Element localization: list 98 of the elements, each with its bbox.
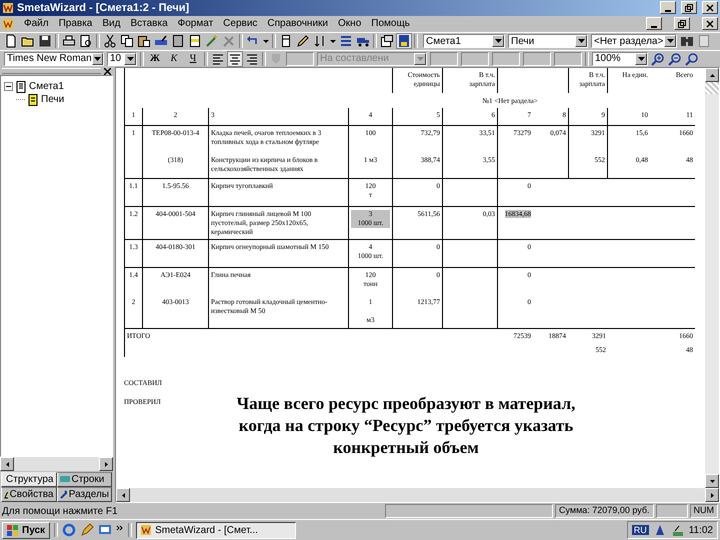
clock: 11:02: [688, 524, 713, 536]
triangle-icon: [120, 492, 126, 498]
pencil-icon[interactable]: [296, 34, 310, 48]
tree-item[interactable]: Смета1: [29, 81, 64, 92]
collapse-icon[interactable]: [4, 82, 13, 92]
triangle-icon: [710, 478, 714, 484]
taskbar-button[interactable]: SmetaWizard - [Смет...: [136, 522, 296, 539]
restore-button[interactable]: [681, 1, 697, 14]
windows-logo-icon: [7, 524, 19, 536]
triangle-icon: [710, 492, 714, 498]
restore-button[interactable]: [674, 17, 690, 30]
close-button[interactable]: [702, 1, 718, 14]
estimate-dropdown[interactable]: Смета1: [423, 34, 505, 48]
section-dropdown[interactable]: <Нет раздела>: [591, 34, 677, 48]
panel-tab[interactable]: Разделы: [56, 487, 112, 502]
panel-tab[interactable]: Структура: [1, 472, 56, 488]
menu-item[interactable]: Формат: [178, 18, 214, 30]
scroll-down-button[interactable]: [705, 474, 719, 488]
document-window-icon: [2, 18, 14, 30]
insert-row-icon[interactable]: [188, 34, 202, 48]
scroll-left-button[interactable]: [116, 488, 130, 502]
scissors-icon[interactable]: [103, 34, 117, 48]
menu-item[interactable]: Файл: [24, 18, 49, 30]
vertical-scrollbar[interactable]: [705, 68, 719, 488]
close-icon: [706, 20, 714, 28]
bold-button[interactable]: Ж: [147, 52, 163, 66]
panel-grip[interactable]: [2, 68, 101, 74]
properties-icon[interactable]: [380, 34, 394, 48]
paste-icon[interactable]: [137, 34, 151, 48]
menu-item[interactable]: Справочники: [267, 18, 328, 30]
list-icon[interactable]: [339, 34, 353, 48]
clipboard-icon[interactable]: [171, 34, 185, 48]
chapter-dropdown[interactable]: Печи: [508, 34, 588, 48]
caret-icon: [94, 56, 101, 61]
scroll-right-button[interactable]: [705, 488, 719, 502]
tree-item[interactable]: Печи: [41, 94, 64, 106]
align-center-icon[interactable]: [228, 52, 242, 66]
new-document-icon[interactable]: [4, 34, 18, 48]
scroll-left-button[interactable]: [0, 457, 14, 472]
align-left-icon[interactable]: [211, 52, 225, 66]
print-preview-icon[interactable]: [79, 34, 93, 48]
horizontal-scrollbar[interactable]: [116, 488, 719, 502]
minimize-icon: [651, 26, 657, 28]
status-sum: Сумма: 72079,00 руб.: [555, 504, 654, 518]
menu-item[interactable]: Окно: [338, 18, 362, 30]
zoom-out-icon[interactable]: [668, 52, 682, 66]
triangle-icon: [104, 462, 108, 467]
browser-icon[interactable]: [62, 523, 76, 538]
menu-item[interactable]: Помощь: [371, 18, 410, 30]
panel-tab[interactable]: Строки: [56, 472, 112, 488]
horizontal-scrollbar[interactable]: [0, 457, 113, 472]
scroll-right-button[interactable]: [99, 457, 113, 472]
caret-icon: [494, 39, 502, 44]
zoom-in-icon[interactable]: [651, 52, 665, 66]
document-icon: [16, 80, 26, 93]
caret-icon: [638, 56, 644, 61]
page-icon[interactable]: [279, 34, 293, 48]
font-dropdown[interactable]: Times New Roman: [4, 52, 104, 66]
close-icon: [706, 4, 714, 12]
triangle-icon: [4, 462, 10, 467]
menu-item[interactable]: Правка: [58, 18, 92, 30]
underline-button[interactable]: Ч: [185, 52, 201, 66]
minimize-icon: [665, 10, 671, 12]
language-indicator[interactable]: RU: [632, 525, 649, 536]
pencil-icon: [4, 490, 8, 500]
printer-icon[interactable]: [62, 34, 76, 48]
save-icon[interactable]: [38, 34, 52, 48]
network-icon[interactable]: [670, 523, 685, 538]
rows-icon: [60, 475, 70, 484]
app-icon: [2, 2, 14, 14]
copy-icon[interactable]: [120, 34, 134, 48]
menu-item[interactable]: Сервис: [223, 18, 258, 30]
binoculars-icon[interactable]: [680, 34, 694, 48]
scroll-thumb[interactable]: [705, 82, 719, 94]
zoom-dropdown[interactable]: 100%: [592, 52, 648, 66]
triangle-icon: [710, 72, 714, 78]
status-hint: Для помощи нажмите F1: [2, 506, 119, 517]
close-icon[interactable]: [104, 68, 111, 75]
menu-item[interactable]: Вставка: [130, 18, 168, 30]
caret-icon: [578, 39, 584, 44]
panel-tab[interactable]: Свойства: [1, 487, 56, 502]
num-lock-indicator: NUM: [690, 504, 718, 518]
font-size-dropdown[interactable]: 10: [107, 52, 137, 66]
zoom-page-icon[interactable]: [685, 52, 699, 66]
caret-icon: [666, 39, 674, 44]
minimize-button[interactable]: [660, 1, 676, 14]
app-icon: [140, 524, 152, 536]
caret-icon: [126, 56, 134, 61]
window-title: SmetaWizard - [Смета1:2 - Печи]: [17, 2, 190, 14]
menu-item[interactable]: Вид: [102, 18, 120, 30]
caret-icon: [416, 56, 424, 61]
scroll-up-button[interactable]: [705, 68, 719, 82]
close-button[interactable]: [702, 17, 718, 30]
start-button[interactable]: Пуск: [2, 522, 50, 539]
align-right-icon[interactable]: [245, 52, 259, 66]
chapter-icon: [28, 94, 38, 106]
italic-button[interactable]: К: [166, 52, 182, 66]
minimize-button[interactable]: [646, 17, 662, 30]
